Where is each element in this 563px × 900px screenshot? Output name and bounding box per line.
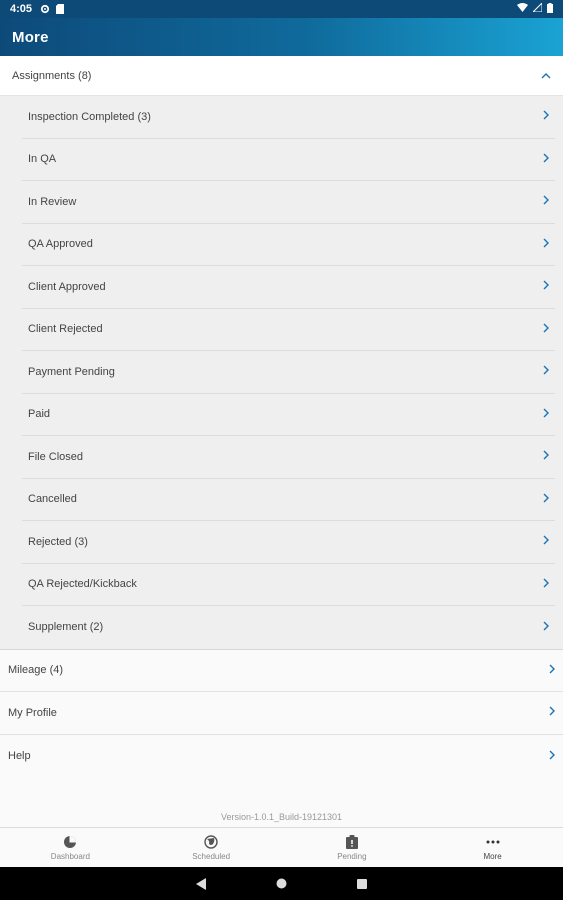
nav-label: Pending (337, 852, 367, 861)
chevron-up-icon (541, 70, 551, 82)
list-item-label: Inspection Completed (3) (28, 110, 151, 123)
menu-item-mileage[interactable]: Mileage (4) (0, 648, 563, 692)
chevron-right-icon (543, 323, 549, 336)
status-bar: 4:05 (0, 0, 563, 18)
list-item-paid[interactable]: Paid (22, 394, 555, 436)
menu-item-help[interactable]: Help (0, 734, 563, 778)
more-dots-icon (486, 834, 500, 850)
list-item-label: Payment Pending (28, 365, 115, 378)
list-item-qa-approved[interactable]: QA Approved (22, 224, 555, 266)
chevron-right-icon (543, 280, 549, 293)
main-content: Assignments (8) Inspection Completed (3)… (0, 56, 563, 827)
recents-icon[interactable] (357, 878, 367, 889)
system-nav-bar (0, 867, 563, 900)
chevron-right-icon (549, 706, 555, 719)
bottom-nav: Dashboard Scheduled Pending More (0, 827, 563, 867)
list-item-label: Paid (28, 408, 51, 421)
list-item-rejected[interactable]: Rejected (3) (22, 521, 555, 564)
list-item-supplement[interactable]: Supplement (2) (22, 606, 555, 649)
app-bar: More (0, 18, 563, 56)
nav-label: Scheduled (192, 852, 231, 861)
nav-dashboard[interactable]: Dashboard (0, 828, 141, 867)
list-item-cancelled[interactable]: Cancelled (22, 479, 555, 521)
list-item-qa-rejected-kickback[interactable]: QA Rejected/Kickback (22, 564, 555, 606)
nav-scheduled[interactable]: Scheduled (141, 828, 282, 867)
list-item-label: Cancelled (28, 493, 77, 506)
chevron-right-icon (543, 621, 549, 634)
chevron-right-icon (543, 365, 549, 378)
list-item-label: QA Approved (28, 238, 93, 251)
chevron-right-icon (543, 450, 549, 463)
list-item-in-review[interactable]: In Review (22, 181, 555, 224)
list-item-client-rejected[interactable]: Client Rejected (22, 309, 555, 351)
chevron-right-icon (543, 153, 549, 166)
list-item-in-qa[interactable]: In QA (22, 139, 555, 181)
menu-item-label: Help (8, 750, 31, 762)
chevron-right-icon (543, 195, 549, 208)
menu-item-label: Mileage (4) (8, 664, 64, 676)
battery-icon (547, 2, 553, 16)
chevron-right-icon (543, 535, 549, 548)
list-item-label: Client Approved (28, 280, 106, 293)
list-item-inspection-completed[interactable]: Inspection Completed (3) (22, 96, 555, 139)
list-item-label: Client Rejected (28, 323, 103, 336)
page-title: More (12, 28, 49, 46)
signal-icon (531, 1, 543, 15)
back-icon[interactable] (196, 877, 206, 890)
settings-icon (40, 4, 50, 14)
version-text: Version-1.0.1_Build-19121301 (220, 812, 343, 822)
chevron-right-icon (549, 750, 555, 763)
nav-label: Dashboard (50, 852, 90, 861)
status-time: 4:05 (10, 3, 33, 15)
list-item-label: In Review (28, 195, 77, 208)
sd-card-icon (56, 4, 65, 14)
home-icon[interactable] (276, 878, 287, 889)
menu-item-my-profile[interactable]: My Profile (0, 691, 563, 735)
list-item-label: QA Rejected/Kickback (28, 578, 137, 591)
nav-pending[interactable]: Pending (282, 828, 423, 867)
assignments-header[interactable]: Assignments (8) (0, 56, 563, 96)
list-item-label: Rejected (3) (28, 535, 88, 548)
list-item-client-approved[interactable]: Client Approved (22, 266, 555, 309)
chevron-right-icon (543, 238, 549, 251)
chevron-right-icon (543, 408, 549, 421)
wifi-icon (517, 3, 528, 15)
globe-icon (204, 834, 218, 850)
chevron-right-icon (543, 493, 549, 506)
list-item-label: Supplement (2) (28, 621, 104, 634)
nav-more[interactable]: More (422, 828, 563, 867)
clipboard-icon (345, 834, 358, 850)
chevron-right-icon (543, 110, 549, 123)
list-item-payment-pending[interactable]: Payment Pending (22, 351, 555, 394)
assignments-label: Assignments (8) (12, 69, 92, 82)
nav-label: More (483, 852, 502, 861)
chevron-right-icon (549, 664, 555, 677)
list-item-label: File Closed (28, 450, 84, 463)
chevron-right-icon (543, 578, 549, 591)
list-item-label: In QA (28, 153, 57, 166)
list-item-file-closed[interactable]: File Closed (22, 436, 555, 479)
menu-item-label: My Profile (8, 706, 57, 719)
assignments-list: Inspection Completed (3) In QA In Review… (0, 96, 563, 649)
pie-chart-icon (63, 834, 77, 850)
